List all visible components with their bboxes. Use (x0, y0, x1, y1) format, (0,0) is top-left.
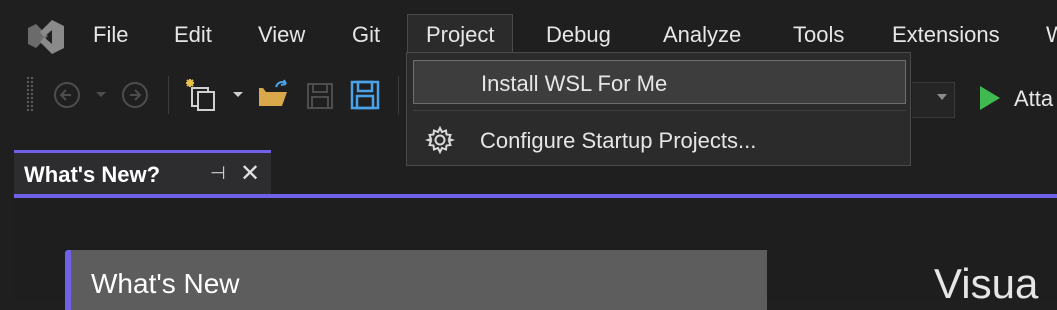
open-folder-icon[interactable] (256, 78, 292, 112)
forward-icon[interactable] (120, 80, 150, 110)
menu-git[interactable]: Git (352, 22, 380, 48)
configuration-combo[interactable] (912, 82, 955, 118)
menu-tools[interactable]: Tools (793, 22, 844, 48)
menu-item-configure-startup-projects[interactable]: Configure Startup Projects... (413, 117, 906, 161)
play-icon[interactable] (978, 84, 1002, 112)
dropdown-arrow-icon[interactable] (94, 90, 108, 100)
new-project-dropdown-icon[interactable] (231, 90, 245, 100)
close-icon[interactable]: ✕ (240, 159, 260, 188)
attach-button-label[interactable]: Atta (1014, 86, 1053, 112)
menu-debug[interactable]: Debug (546, 22, 611, 48)
menu-separator (413, 110, 906, 111)
new-project-icon[interactable] (182, 76, 220, 114)
save-icon[interactable] (304, 80, 336, 112)
toolbar-separator (168, 76, 169, 114)
back-icon[interactable] (52, 80, 82, 110)
pin-icon[interactable]: ⊣ (210, 163, 226, 184)
menu-analyze[interactable]: Analyze (663, 22, 741, 48)
tab-whats-new[interactable]: What's New? ⊣ ✕ (14, 150, 271, 194)
toolbar-separator (398, 76, 399, 114)
menu-item-label: Install WSL For Me (481, 71, 668, 96)
menu-window-partial[interactable]: W (1046, 22, 1057, 48)
whats-new-card: What's New (65, 250, 767, 310)
save-all-icon[interactable] (348, 78, 382, 112)
menu-extensions[interactable]: Extensions (892, 22, 1000, 48)
visual-studio-logo-icon[interactable] (22, 16, 70, 58)
menu-view[interactable]: View (258, 22, 305, 48)
grip-icon[interactable] (26, 76, 34, 112)
project-menu-dropdown: Install WSL For Me Configure Startup Pro… (406, 52, 911, 166)
menu-project[interactable]: Project (407, 14, 514, 55)
menu-item-install-wsl[interactable]: Install WSL For Me (413, 60, 906, 104)
chevron-down-icon[interactable] (937, 94, 947, 100)
whats-new-card-title: What's New (91, 268, 240, 299)
menu-item-label: Configure Startup Projects... (480, 128, 757, 153)
menu-edit[interactable]: Edit (174, 22, 212, 48)
visual-studio-heading: Visua (934, 260, 1039, 307)
menu-file[interactable]: File (93, 22, 128, 48)
gear-icon (425, 125, 455, 155)
tab-title: What's New? (24, 162, 161, 187)
